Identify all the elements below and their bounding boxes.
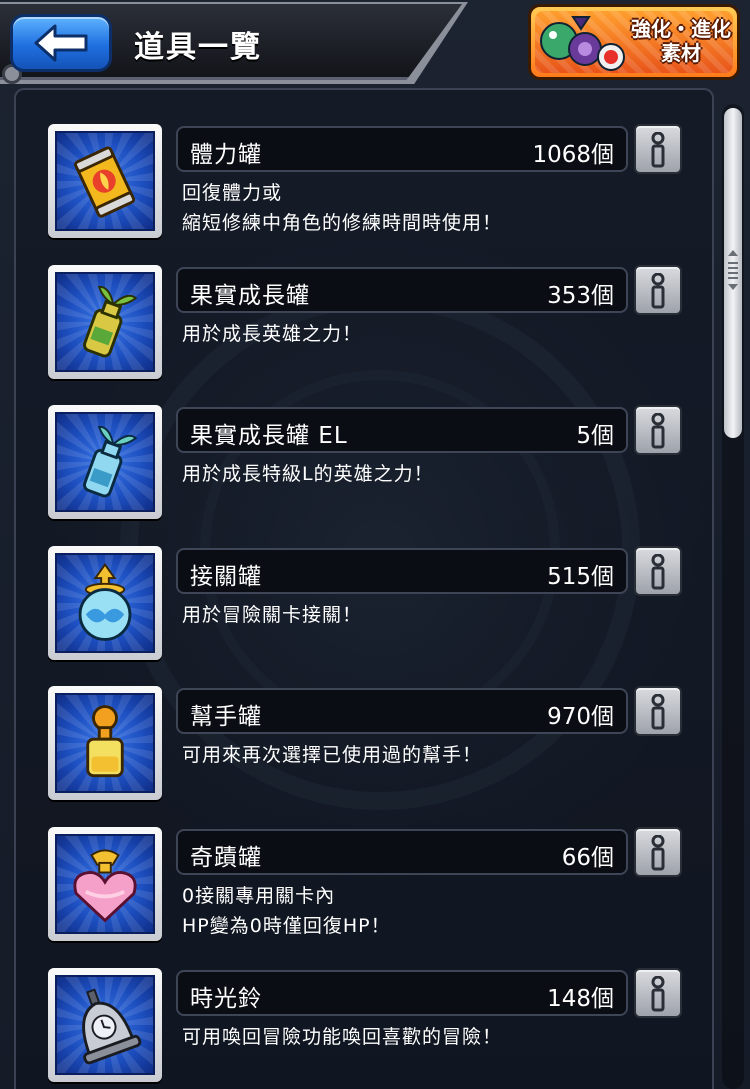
item-icon-tile: [55, 553, 155, 653]
item-description-line: 可用喚回冒險功能喚回喜歡的冒險！: [182, 1026, 503, 1048]
item-row[interactable]: 果實成長罐 353個 用於成長英雄之力！: [48, 265, 688, 389]
item-description-line: 0接關專用關卡內: [182, 885, 336, 907]
item-name-box: 接關罐 515個: [176, 548, 628, 594]
info-button[interactable]: [634, 968, 682, 1018]
item-name-box: 果實成長罐 EL 5個: [176, 407, 628, 453]
item-icon-tile: [55, 693, 155, 793]
item-count: 1068個: [532, 142, 614, 168]
miracle-can-icon: [73, 849, 137, 923]
material-button[interactable]: 強化・進化 素材: [528, 4, 740, 80]
item-row[interactable]: 幫手罐 970個 可用來再次選擇已使用過的幫手！: [48, 686, 688, 810]
helper-can-icon: [86, 705, 124, 778]
item-count: 66個: [561, 845, 614, 871]
item-count: 5個: [576, 423, 614, 449]
item-icon-frame: [48, 827, 162, 941]
back-button[interactable]: [10, 14, 112, 72]
item-description: 用於成長英雄之力！: [182, 319, 622, 349]
material-label-line1: 強化・進化: [631, 17, 731, 41]
item-icon-tile: [55, 272, 155, 372]
item-description: 可用喚回冒險功能喚回喜歡的冒險！: [182, 1022, 622, 1052]
item-row[interactable]: 接關罐 515個 用於冒險關卡接關！: [48, 546, 688, 670]
item-description-line: 回復體力或: [182, 182, 283, 204]
item-icon-tile: [55, 975, 155, 1075]
info-button[interactable]: [634, 405, 682, 455]
info-icon: [651, 976, 665, 1012]
info-button[interactable]: [634, 546, 682, 596]
item-row[interactable]: 時光鈴 148個 可用喚回冒險功能喚回喜歡的冒險！: [48, 968, 688, 1089]
info-icon: [651, 413, 665, 449]
item-name: 果實成長罐: [190, 283, 310, 309]
item-name: 奇蹟罐: [190, 845, 262, 871]
item-row[interactable]: 奇蹟罐 66個 0接關專用關卡內 HP變為0時僅回復HP！: [48, 827, 688, 951]
item-icon-frame: [48, 968, 162, 1082]
item-description-line: 用於成長特級L的英雄之力！: [182, 463, 434, 485]
info-icon: [651, 835, 665, 871]
item-description: 可用來再次選擇已使用過的幫手！: [182, 740, 622, 770]
item-description-line: 用於冒險關卡接關！: [182, 604, 363, 626]
continue-can-icon: [78, 562, 132, 641]
info-button[interactable]: [634, 265, 682, 315]
item-description: 用於冒險關卡接關！: [182, 600, 622, 630]
item-name: 體力罐: [190, 142, 262, 168]
info-icon: [651, 554, 665, 590]
page-title: 道具一覽: [134, 30, 262, 65]
item-icon-frame: [48, 686, 162, 800]
item-name-box: 時光鈴 148個: [176, 970, 628, 1016]
info-icon: [651, 694, 665, 730]
item-icon-frame: [48, 546, 162, 660]
item-description-line: 用於成長英雄之力！: [182, 323, 363, 345]
fruit-growth-can-el-icon: [83, 425, 138, 498]
info-icon: [651, 273, 665, 309]
item-description: 用於成長特級L的英雄之力！: [182, 459, 622, 489]
material-monster-icon: [540, 16, 625, 71]
item-name-box: 體力罐 1068個: [176, 126, 628, 172]
item-row[interactable]: 體力罐 1068個 回復體力或 縮短修練中角色的修練時間時使用！: [48, 124, 688, 248]
item-name-box: 果實成長罐 353個: [176, 267, 628, 313]
item-icon-frame: [48, 405, 162, 519]
item-description-line: HP變為0時僅回復HP！: [182, 915, 391, 937]
item-description-line: 可用來再次選擇已使用過的幫手！: [182, 744, 483, 766]
time-bell-icon: [82, 988, 142, 1065]
item-icon-tile: [55, 834, 155, 934]
item-icon-tile: [55, 131, 155, 231]
fruit-growth-can-icon: [83, 285, 138, 358]
info-button[interactable]: [634, 686, 682, 736]
item-count: 353個: [547, 283, 614, 309]
item-name-box: 幫手罐 970個: [176, 688, 628, 734]
scroll-grip-icon: [728, 250, 738, 290]
info-button[interactable]: [634, 124, 682, 174]
item-description: 回復體力或 縮短修練中角色的修練時間時使用！: [182, 178, 622, 238]
item-row[interactable]: 果實成長罐 EL 5個 用於成長特級L的英雄之力！: [48, 405, 688, 529]
item-icon-frame: [48, 265, 162, 379]
info-icon: [651, 132, 665, 168]
material-label-line2: 素材: [661, 41, 701, 65]
item-count: 515個: [547, 564, 614, 590]
item-name: 接關罐: [190, 564, 262, 590]
item-icon-tile: [55, 412, 155, 512]
item-description: 0接關專用關卡內 HP變為0時僅回復HP！: [182, 881, 622, 941]
item-count: 148個: [547, 986, 614, 1012]
info-button[interactable]: [634, 827, 682, 877]
item-description-line: 縮短修練中角色的修練時間時使用！: [182, 212, 503, 234]
header: 道具一覽 強化・進化 素材: [0, 0, 750, 88]
item-name-box: 奇蹟罐 66個: [176, 829, 628, 875]
item-count: 970個: [547, 704, 614, 730]
material-button-label: 強化・進化 素材: [627, 17, 735, 65]
stamina-can-icon: [74, 146, 136, 218]
back-arrow-icon: [34, 24, 88, 62]
item-name: 幫手罐: [190, 704, 262, 730]
item-name: 時光鈴: [190, 986, 262, 1012]
item-icon-frame: [48, 124, 162, 238]
item-name: 果實成長罐 EL: [190, 423, 348, 449]
